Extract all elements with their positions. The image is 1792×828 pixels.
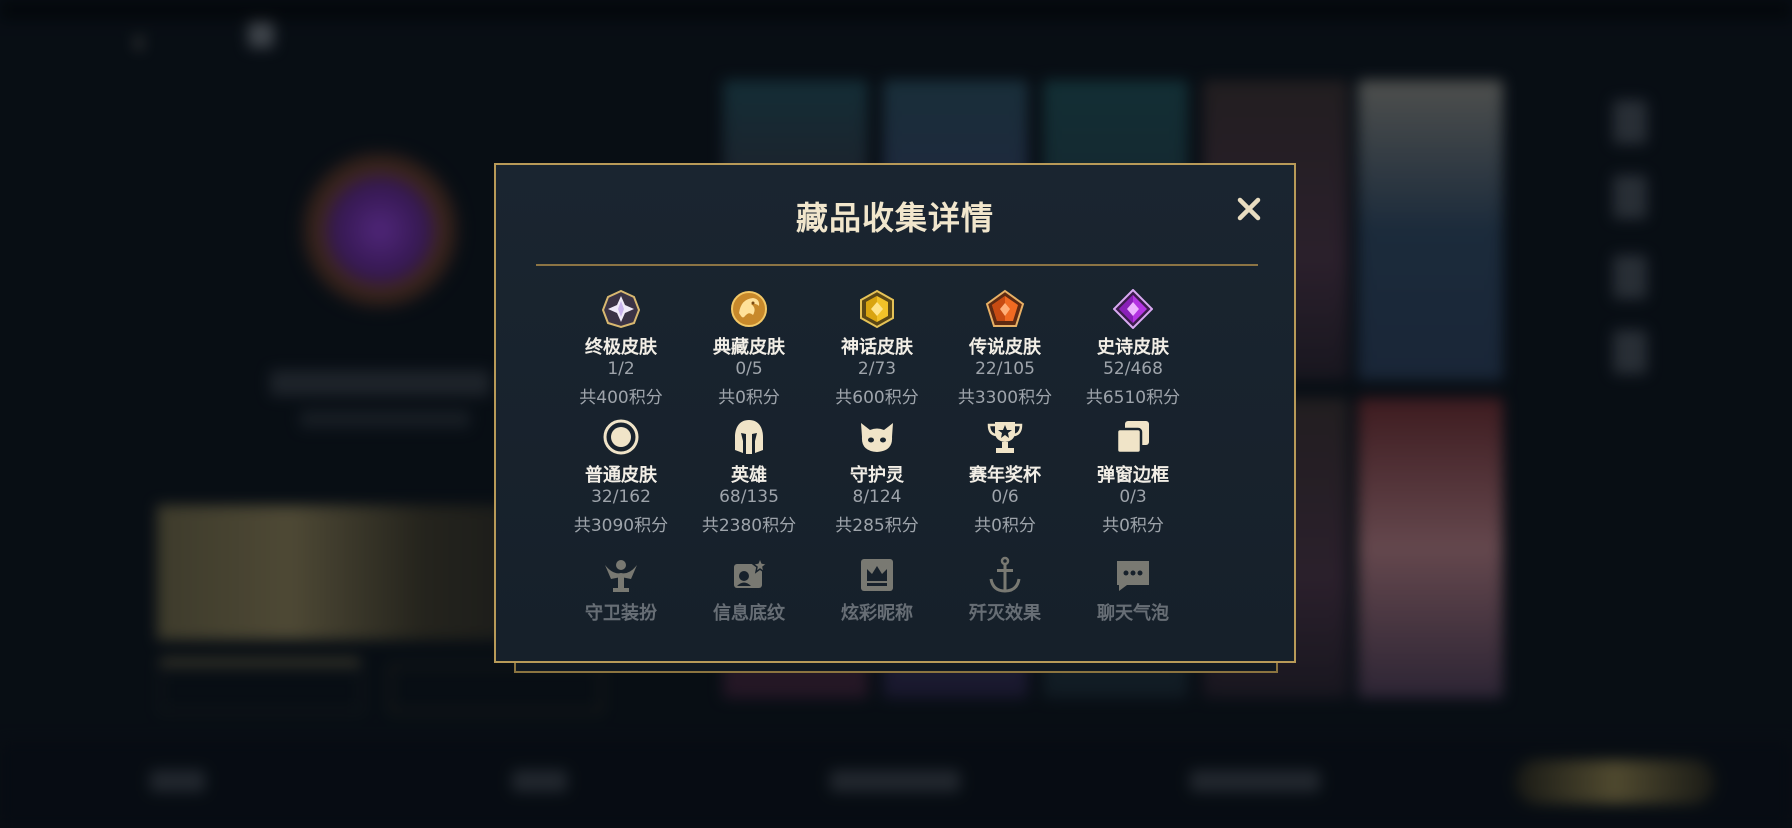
item-points: 共0积分 [1102,516,1164,536]
finisher-anchor-icon [985,555,1025,595]
item-points: 共400积分 [579,388,663,408]
title-divider [536,264,1258,266]
item-label: 聊天气泡 [1097,603,1169,624]
companion-cat-icon [857,417,897,457]
modal-title: 藏品收集详情 [795,199,994,237]
item-label: 史诗皮肤 [1097,337,1169,358]
item-count: 68/135 [719,487,779,507]
item-label: 信息底纹 [713,603,785,624]
item-label: 典藏皮肤 [713,337,785,358]
item-points: 共0积分 [974,516,1036,536]
item-points: 共2380积分 [701,516,797,536]
item-label: 普通皮肤 [585,465,657,486]
item-label: 炫彩昵称 [841,603,913,624]
item-label: 英雄 [731,465,767,486]
item-points: 共3090积分 [573,516,669,536]
item-points: 共6510积分 [1085,388,1181,408]
item-label: 终极皮肤 [585,337,657,358]
item-points: 共285积分 [835,516,919,536]
item-points: 共0积分 [718,388,780,408]
item-count: 0/5 [735,359,763,379]
item-label: 守护灵 [850,465,904,486]
standard-skin-circle-icon [601,417,641,457]
item-label: 弹窗边框 [1097,465,1169,486]
champion-helmet-icon [729,417,769,457]
colorful-name-crown-icon [857,555,897,595]
legendary-pentagon-gem-icon [985,289,1025,329]
popup-frame-icon [1113,417,1153,457]
chat-bubble-icon [1113,555,1153,595]
item-count: 22/105 [975,359,1035,379]
close-button[interactable] [1231,191,1267,227]
modal-bottom-edge [514,663,1278,673]
item-count: 32/162 [591,487,651,507]
collection-details-modal: 藏品收集详情 终极皮肤 1/2 共400积分 典藏皮肤 0/5 共0积分 神话皮… [494,163,1296,663]
item-count: 1/2 [607,359,635,379]
item-label: 歼灭效果 [969,603,1041,624]
prestige-dragon-icon [729,289,769,329]
epic-diamond-gem-icon [1112,288,1154,330]
item-count: 0/6 [991,487,1019,507]
item-label: 神话皮肤 [841,337,913,358]
mythic-hexagon-gem-icon [857,289,897,329]
item-label: 传说皮肤 [969,337,1041,358]
ward-skin-icon [601,555,641,595]
season-trophy-icon [985,417,1025,457]
item-label: 赛年奖杯 [969,465,1041,486]
item-points: 共600积分 [835,388,919,408]
close-icon [1237,197,1261,221]
item-points: 共3300积分 [957,388,1053,408]
banner-pattern-icon [729,555,769,595]
item-count: 2/73 [857,359,897,379]
ultimate-skin-gem-icon [601,289,641,329]
item-count: 0/3 [1119,487,1147,507]
item-label: 守卫装扮 [585,603,657,624]
item-count: 52/468 [1103,359,1163,379]
item-count: 8/124 [852,487,902,507]
